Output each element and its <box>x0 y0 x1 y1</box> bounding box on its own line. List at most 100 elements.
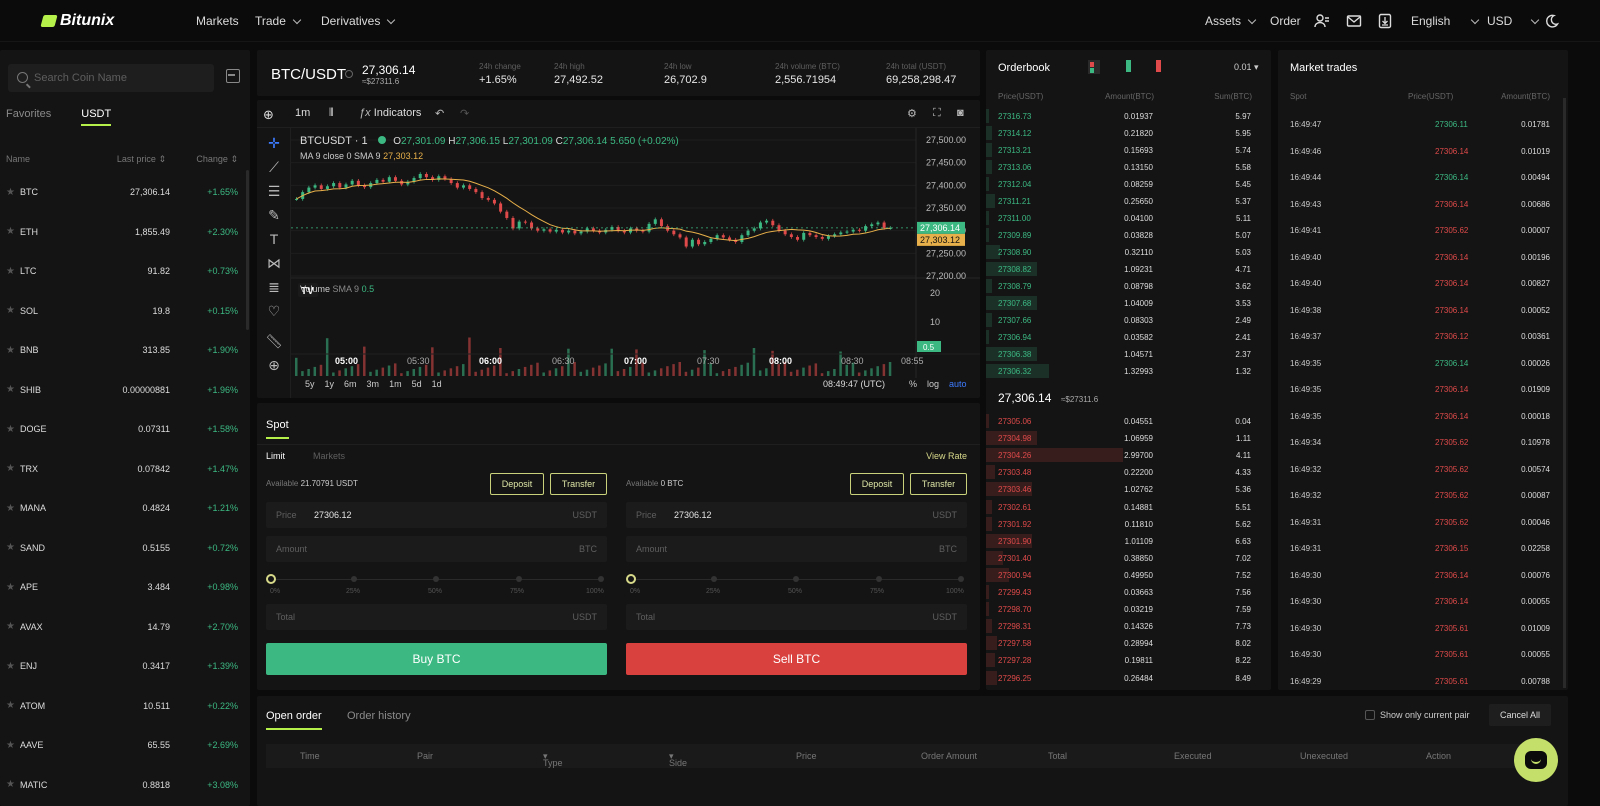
star-icon[interactable]: ★ <box>6 384 20 395</box>
deposit-button[interactable]: Deposit <box>850 473 904 495</box>
orderbook-bid-row[interactable]: 27300.94 0.49950 7.52 <box>986 567 1271 583</box>
col-last-price[interactable]: Last price ⇕ <box>117 154 166 165</box>
orderbook-bid-row[interactable]: 27297.58 0.28994 8.02 <box>986 635 1271 651</box>
orderbook-ask-row[interactable]: 27307.68 1.04009 3.53 <box>986 295 1271 311</box>
orderbook-bid-row[interactable]: 27303.48 0.22200 4.33 <box>986 464 1271 480</box>
orderbook-bid-row[interactable]: 27297.28 0.19811 8.22 <box>986 652 1271 668</box>
coin-row-doge[interactable]: ★ DOGE 0.07311 +1.58% <box>6 421 242 437</box>
orderbook-bid-row[interactable]: 27301.40 0.38850 7.02 <box>986 550 1271 566</box>
pattern-icon[interactable]: ⋈ <box>265 254 283 272</box>
range-5y[interactable]: 5y <box>305 379 315 389</box>
star-icon[interactable]: ★ <box>6 266 20 277</box>
coin-row-ltc[interactable]: ★ LTC 91.82 +0.73% <box>6 263 242 279</box>
fib-lines-icon[interactable]: ☰ <box>265 182 283 200</box>
orderbook-ask-row[interactable]: 27313.06 0.13150 5.58 <box>986 159 1271 175</box>
download-icon[interactable] <box>1377 13 1393 29</box>
orderbook-ask-row[interactable]: 27313.21 0.15693 5.74 <box>986 142 1271 158</box>
log-scale[interactable]: log <box>927 379 939 389</box>
star-icon[interactable]: ★ <box>6 345 20 356</box>
coin-row-atom[interactable]: ★ ATOM 10.511 +0.22% <box>6 698 242 714</box>
orderbook-ask-row[interactable]: 27306.32 1.32993 1.32 <box>986 363 1271 379</box>
coin-row-mana[interactable]: ★ MANA 0.4824 +1.21% <box>6 500 242 516</box>
mail-icon[interactable] <box>1346 13 1362 29</box>
candlestick-chart[interactable]: 27,500.00 27,450.00 27,400.00 27,350.00 27,3… <box>291 128 980 398</box>
star-icon[interactable]: ★ <box>6 226 20 237</box>
sell-total-input[interactable]: Total USDT <box>626 604 967 630</box>
buy-amount-slider[interactable]: 0% 25% 50% 75% 100% <box>266 573 607 601</box>
col-change[interactable]: Change ⇕ <box>196 154 238 165</box>
order-type-limit[interactable]: Limit <box>266 451 285 461</box>
nav-trade[interactable]: Trade <box>255 14 302 28</box>
slider-handle[interactable] <box>626 574 636 584</box>
settings-gear-icon[interactable]: ⚙ <box>907 107 917 120</box>
col-type-filter[interactable]: Type ▾ <box>543 751 563 768</box>
coin-row-trx[interactable]: ★ TRX 0.07842 +1.47% <box>6 461 242 477</box>
orderbook-ask-row[interactable]: 27316.73 0.01937 5.97 <box>986 108 1271 124</box>
coin-row-ape[interactable]: ★ APE 3.484 +0.98% <box>6 579 242 595</box>
language-select[interactable]: English <box>1411 14 1480 28</box>
order-type-markets[interactable]: Markets <box>313 451 345 461</box>
star-icon[interactable]: ★ <box>6 305 20 316</box>
ob-view-asks-icon[interactable] <box>1156 60 1168 74</box>
coin-search-input[interactable]: Search Coin Name <box>8 64 214 92</box>
range-6m[interactable]: 6m <box>344 379 357 389</box>
coin-row-avax[interactable]: ★ AVAX 14.79 +2.70% <box>6 619 242 635</box>
orderbook-ask-row[interactable]: 27308.82 1.09231 4.71 <box>986 261 1271 277</box>
tab-spot[interactable]: Spot <box>266 419 289 439</box>
col-name[interactable]: Name <box>6 154 30 164</box>
camera-icon[interactable]: ◙ <box>957 107 964 119</box>
star-icon[interactable]: ★ <box>6 463 20 474</box>
auto-scale[interactable]: auto <box>949 379 967 389</box>
range-1m[interactable]: 1m <box>389 379 402 389</box>
scrollbar[interactable] <box>1563 98 1566 688</box>
bitunix-logo[interactable]: Bitunix <box>40 12 114 30</box>
orderbook-ask-row[interactable]: 27314.12 0.21820 5.95 <box>986 125 1271 141</box>
user-icon[interactable] <box>1314 13 1330 29</box>
ob-view-both-icon[interactable] <box>1088 60 1100 74</box>
range-1y[interactable]: 1y <box>325 379 335 389</box>
orderbook-bid-row[interactable]: 27301.90 1.01109 6.63 <box>986 533 1271 549</box>
star-icon[interactable]: ★ <box>6 503 20 514</box>
orderbook-bid-row[interactable]: 27296.25 0.26484 8.49 <box>986 670 1271 686</box>
coin-row-enj[interactable]: ★ ENJ 0.3417 +1.39% <box>6 658 242 674</box>
coin-row-sol[interactable]: ★ SOL 19.8 +0.15% <box>6 303 242 319</box>
interval-button[interactable]: 1m <box>295 107 310 119</box>
currency-select[interactable]: USD <box>1487 14 1540 28</box>
fullscreen-icon[interactable]: ⛶ <box>933 107 941 120</box>
orderbook-bid-row[interactable]: 27299.43 0.03663 7.56 <box>986 584 1271 600</box>
star-icon[interactable]: ★ <box>6 621 20 632</box>
orderbook-ask-row[interactable]: 27312.04 0.08259 5.45 <box>986 176 1271 192</box>
orderbook-ask-row[interactable]: 27307.66 0.08303 2.49 <box>986 312 1271 328</box>
support-chat-button[interactable] <box>1514 738 1558 782</box>
orderbook-ask-row[interactable]: 27311.00 0.04100 5.11 <box>986 210 1271 226</box>
nav-derivatives[interactable]: Derivatives <box>321 14 396 28</box>
orderbook-ask-row[interactable]: 27309.89 0.03828 5.07 <box>986 227 1271 243</box>
coin-row-sand[interactable]: ★ SAND 0.5155 +0.72% <box>6 540 242 556</box>
coin-row-bnb[interactable]: ★ BNB 313.85 +1.90% <box>6 342 242 358</box>
orderbook-bid-row[interactable]: 27302.61 0.14881 5.51 <box>986 499 1271 515</box>
range-3m[interactable]: 3m <box>367 379 380 389</box>
sell-amount-slider[interactable]: 0% 25% 50% 75% 100% <box>626 573 967 601</box>
nav-markets[interactable]: Markets <box>196 14 239 28</box>
sell-amount-input[interactable]: Amount BTC <box>626 536 967 562</box>
collapse-panel-icon[interactable] <box>226 69 240 83</box>
tab-usdt[interactable]: USDT <box>81 108 112 126</box>
view-rate-link[interactable]: View Rate <box>926 451 967 461</box>
only-current-pair-checkbox[interactable]: Show only current pair <box>1365 710 1470 720</box>
deposit-button[interactable]: Deposit <box>490 473 544 495</box>
orderbook-bid-row[interactable]: 27301.92 0.11810 5.62 <box>986 516 1271 532</box>
transfer-button[interactable]: Transfer <box>910 473 967 495</box>
redo-icon[interactable]: ↷ <box>460 107 469 120</box>
percent-scale[interactable]: % <box>909 379 917 389</box>
coin-row-shib[interactable]: ★ SHIB 0.00000881 +1.96% <box>6 382 242 398</box>
transfer-button[interactable]: Transfer <box>550 473 607 495</box>
ruler-icon[interactable]: 📏︎ <box>265 332 283 350</box>
theme-moon-icon[interactable] <box>1544 13 1560 29</box>
range-5d[interactable]: 5d <box>412 379 422 389</box>
candle-type-icon[interactable]: ⫴ <box>329 107 334 120</box>
orderbook-bid-row[interactable]: 27304.26 2.99700 4.11 <box>986 447 1271 463</box>
orderbook-ask-row[interactable]: 27306.38 1.04571 2.37 <box>986 346 1271 362</box>
undo-icon[interactable]: ↶ <box>435 107 444 120</box>
zoom-in-icon[interactable]: ⊕ <box>265 356 283 374</box>
precision-select[interactable]: 0.01 ▾ <box>1234 62 1259 73</box>
